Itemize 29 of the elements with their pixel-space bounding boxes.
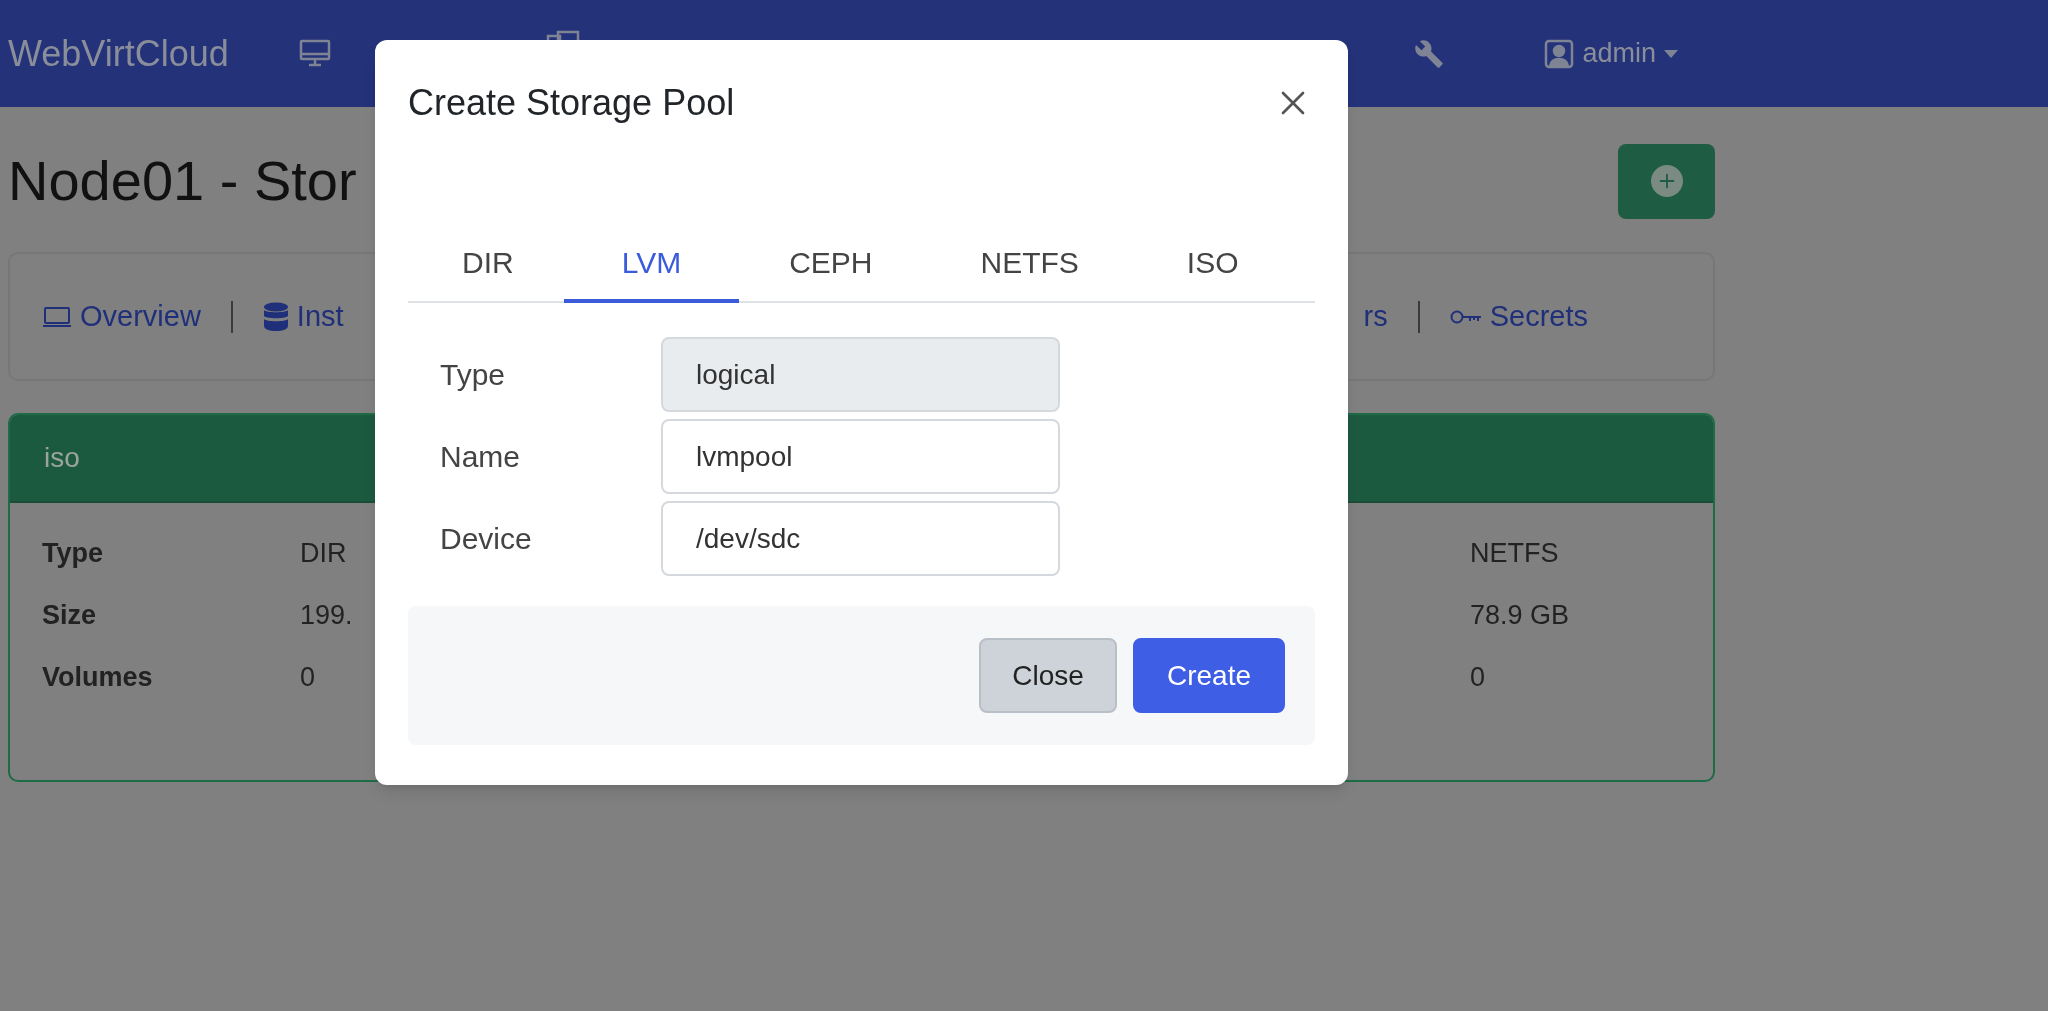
- wrench-icon[interactable]: [1414, 38, 1445, 69]
- caret-icon: [1664, 49, 1678, 58]
- close-button[interactable]: Close: [979, 638, 1117, 713]
- add-button[interactable]: [1618, 143, 1715, 219]
- row-value: 0: [1470, 660, 1486, 694]
- pool-name: iso: [44, 441, 80, 475]
- row-value: 0: [300, 661, 316, 692]
- row-label: Size: [42, 598, 98, 632]
- row-value: DIR: [300, 537, 347, 568]
- field-label: Name: [439, 439, 522, 475]
- row-value: 199.: [300, 599, 353, 630]
- field-label: Device: [439, 521, 533, 557]
- field-label: Type: [439, 357, 507, 393]
- row-value: 78.9 GB: [1470, 598, 1570, 632]
- row-label: Type: [42, 536, 104, 570]
- user-icon: [1544, 38, 1575, 69]
- user-menu[interactable]: admin: [1544, 33, 1678, 74]
- modal-title: Create Storage Pool: [408, 80, 735, 125]
- input-field[interactable]: /dev/sdc: [661, 501, 1060, 576]
- input-field[interactable]: lvmpool: [661, 419, 1060, 494]
- laptop-icon: [42, 305, 72, 328]
- monitor-icon[interactable]: [298, 38, 331, 69]
- database-icon: [262, 301, 289, 332]
- row-value: NETFS: [1470, 536, 1559, 570]
- brand[interactable]: WebVirtCloud: [8, 26, 229, 81]
- page-title: Node01 - Stor: [8, 148, 357, 214]
- row-label: Volumes: [42, 660, 154, 694]
- tab[interactable]: LVM: [563, 225, 740, 303]
- create-button[interactable]: Create: [1133, 638, 1285, 713]
